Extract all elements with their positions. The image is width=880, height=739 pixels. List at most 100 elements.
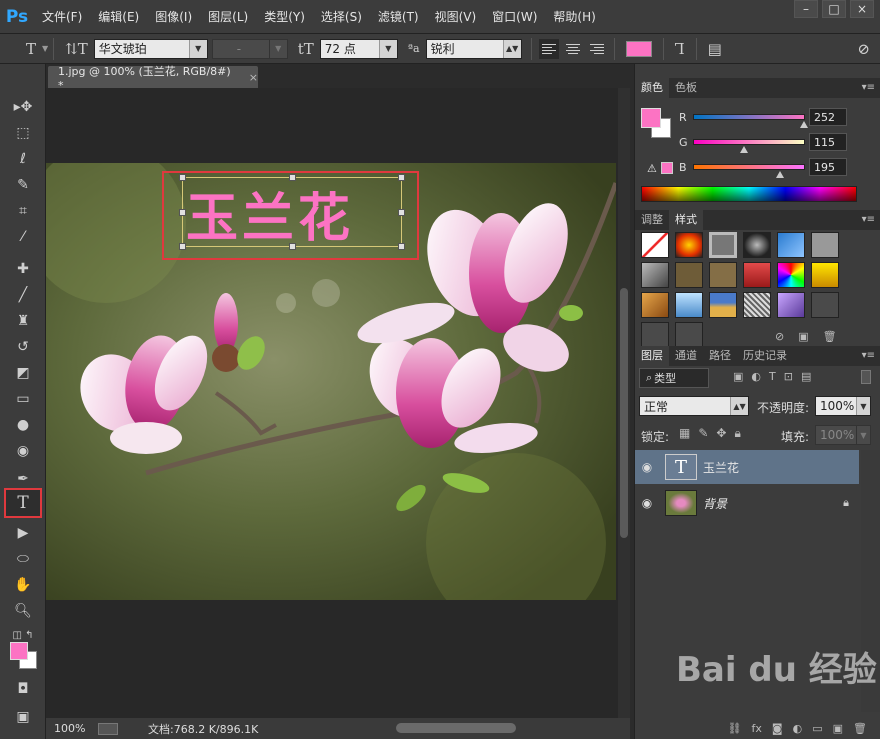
filter-shape-icon[interactable]: ⊡ <box>784 370 801 383</box>
color-spectrum-bar[interactable] <box>641 186 857 202</box>
style-swatch[interactable] <box>709 232 737 258</box>
close-icon[interactable]: × <box>249 71 258 84</box>
tab-styles[interactable]: 样式 <box>669 210 703 230</box>
style-swatch[interactable] <box>675 262 703 288</box>
style-swatch[interactable] <box>709 292 737 318</box>
lasso-tool-icon[interactable]: ℓ <box>8 146 38 172</box>
scrollbar-thumb[interactable] <box>620 288 628 538</box>
align-center-icon[interactable] <box>563 39 583 59</box>
style-swatch[interactable] <box>675 322 703 348</box>
layer-name[interactable]: 玉兰花 <box>703 459 739 476</box>
layer-row[interactable]: ◉ T 玉兰花 <box>635 450 859 484</box>
lock-transparent-icon[interactable]: ▦ <box>679 426 698 440</box>
tab-history[interactable]: 历史记录 <box>737 346 793 366</box>
filter-adjustment-icon[interactable]: ◐ <box>751 370 769 383</box>
chevron-down-icon[interactable]: ▼ <box>42 44 48 53</box>
slider-r-knob[interactable] <box>800 121 808 128</box>
quick-mask-icon[interactable]: ◘ <box>8 676 38 702</box>
zoom-tool-icon[interactable]: 🔍︎ <box>8 598 38 624</box>
move-tool-icon[interactable]: ▸✥ <box>8 94 38 120</box>
align-left-icon[interactable] <box>538 38 559 59</box>
style-swatch[interactable] <box>777 292 805 318</box>
eye-icon[interactable]: ◉ <box>635 460 659 474</box>
lock-position-icon[interactable]: ✥ <box>716 426 734 440</box>
new-group-icon[interactable]: ▭ <box>812 722 822 735</box>
tab-paths[interactable]: 路径 <box>703 346 737 366</box>
menu-edit[interactable]: 编辑(E) <box>90 0 147 34</box>
cancel-icon[interactable]: ⊘ <box>851 40 876 58</box>
style-swatch[interactable] <box>811 262 839 288</box>
type-tool-icon[interactable]: T <box>4 488 42 518</box>
eraser-tool-icon[interactable]: ◩ <box>8 360 38 386</box>
character-panel-icon[interactable]: ▤ <box>702 40 728 58</box>
style-swatch[interactable] <box>743 232 771 258</box>
style-swatch[interactable] <box>743 292 771 318</box>
filter-type-icon[interactable]: T <box>769 370 784 383</box>
gradient-tool-icon[interactable]: ▭ <box>8 386 38 412</box>
menu-select[interactable]: 选择(S) <box>313 0 370 34</box>
delete-style-icon[interactable]: 🗑︎ <box>823 330 837 343</box>
layer-filter-select[interactable]: ⌕ 类型 <box>639 368 709 388</box>
hand-tool-icon[interactable]: ✋ <box>8 572 38 598</box>
lock-pixels-icon[interactable]: ✎ <box>698 426 716 440</box>
menu-help[interactable]: 帮助(H) <box>545 0 603 34</box>
panel-menu-icon[interactable]: ▾≡ <box>862 350 875 361</box>
opacity-input[interactable]: 100% ▼ <box>815 396 871 416</box>
adjustment-layer-icon[interactable]: ◐ <box>793 722 803 735</box>
panel-menu-icon[interactable]: ▾≡ <box>862 82 875 93</box>
color-panel-swatches[interactable] <box>641 108 671 138</box>
style-none[interactable] <box>641 232 669 258</box>
close-button[interactable]: × <box>850 0 874 18</box>
horizontal-scrollbar-thumb[interactable] <box>396 723 516 733</box>
link-layers-icon[interactable]: ⛓ <box>728 722 742 735</box>
layer-name[interactable]: 背景 <box>703 495 727 512</box>
brush-tool-icon[interactable]: ╱ <box>8 282 38 308</box>
blur-tool-icon[interactable]: ● <box>8 412 38 438</box>
style-swatch[interactable] <box>675 232 703 258</box>
menu-window[interactable]: 窗口(W) <box>484 0 545 34</box>
style-swatch[interactable] <box>777 262 805 288</box>
tab-color[interactable]: 颜色 <box>635 78 669 98</box>
font-size-select[interactable]: 72 点 ▼ <box>319 38 398 59</box>
healing-brush-tool-icon[interactable]: ✚ <box>8 256 38 282</box>
filter-smart-icon[interactable]: ▤ <box>801 370 819 383</box>
clone-stamp-tool-icon[interactable]: ♜ <box>8 308 38 334</box>
quick-select-tool-icon[interactable]: ✎ <box>8 172 38 198</box>
color-swatches[interactable] <box>10 642 40 672</box>
eye-icon[interactable]: ◉ <box>635 496 659 510</box>
ellipse-tool-icon[interactable]: ⬭ <box>8 546 38 572</box>
tab-channels[interactable]: 通道 <box>669 346 703 366</box>
style-swatch[interactable] <box>709 262 737 288</box>
slider-g-knob[interactable] <box>740 146 748 153</box>
font-style-select[interactable]: - ▼ <box>211 38 288 59</box>
web-safe-swatch[interactable] <box>661 162 673 174</box>
r-value-input[interactable]: 252 <box>809 108 847 126</box>
crop-tool-icon[interactable]: ⌗ <box>8 198 38 224</box>
foreground-color-swatch[interactable] <box>641 108 661 128</box>
antialias-select[interactable]: 锐利 ▲▼ <box>425 38 522 59</box>
tab-adjustments[interactable]: 调整 <box>635 210 669 230</box>
warning-icon[interactable]: ⚠ <box>647 162 657 175</box>
g-value-input[interactable]: 115 <box>809 133 847 151</box>
menu-file[interactable]: 文件(F) <box>34 0 90 34</box>
slider-b-knob[interactable] <box>776 171 784 178</box>
clear-style-icon[interactable]: ⊘ <box>775 330 784 343</box>
new-layer-icon[interactable]: ▣ <box>833 722 843 735</box>
slider-b-track[interactable] <box>693 164 805 178</box>
minimize-button[interactable]: – <box>794 0 818 18</box>
status-icon[interactable] <box>98 722 118 735</box>
path-selection-tool-icon[interactable]: ▶ <box>8 520 38 546</box>
style-swatch[interactable] <box>811 292 839 318</box>
document-tab[interactable]: 1.jpg @ 100% (玉兰花, RGB/8#) * × <box>48 65 258 92</box>
layer-row[interactable]: ◉ 背景 🔒︎ <box>635 486 859 520</box>
filter-toggle[interactable] <box>861 370 871 384</box>
style-swatch[interactable] <box>675 292 703 318</box>
menu-type[interactable]: 类型(Y) <box>256 0 313 34</box>
new-style-icon[interactable]: ▣ <box>798 330 808 343</box>
text-color-swatch[interactable] <box>625 40 652 57</box>
lock-all-icon[interactable]: 🔒︎ <box>734 426 748 440</box>
foreground-color-swatch[interactable] <box>10 642 28 660</box>
screen-mode-icon[interactable]: ▣ <box>8 704 38 730</box>
style-swatch[interactable] <box>811 232 839 258</box>
blend-mode-select[interactable]: 正常 ▲▼ <box>639 396 749 416</box>
